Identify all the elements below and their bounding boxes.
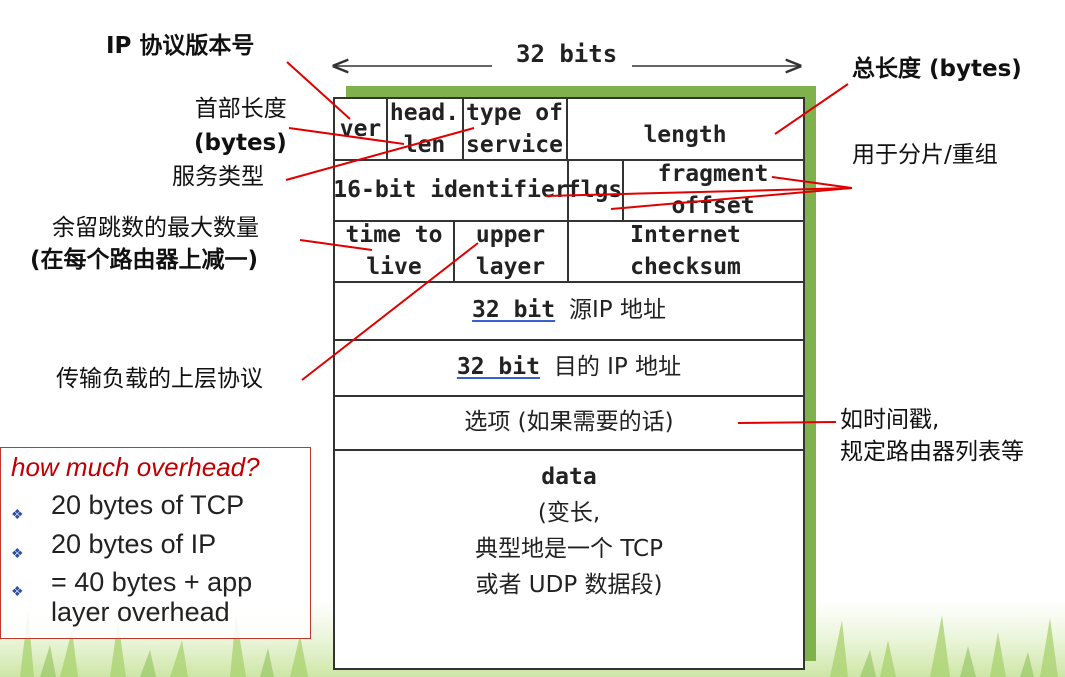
field-tos-line1: type of	[466, 100, 563, 126]
field-data-line1: data	[541, 464, 597, 490]
field-source-text: 源IP 地址	[568, 297, 666, 323]
annotation-fragment: 用于分片/重组	[852, 142, 998, 168]
field-checksum-line2: checksum	[630, 253, 741, 280]
annotation-options: 如时间戳, 规定路由器列表等	[840, 404, 1024, 468]
annotation-ttl-line1: 余留跳数的最大数量	[52, 215, 259, 241]
field-fragment-offset: fragment offset	[623, 159, 803, 220]
field-flags: flgs	[567, 159, 622, 220]
overhead-item-text: 20 bytes of IP	[51, 529, 217, 559]
overhead-title: how much overhead?	[11, 452, 260, 482]
field-type-of-service: type of service	[463, 99, 566, 159]
field-ttl-line1: time to	[345, 221, 443, 248]
field-data-line4: 或者 UDP 数据段)	[475, 572, 663, 598]
field-identifier-text: 16-bit identifier	[333, 176, 569, 203]
field-data-line3: 典型地是一个 TCP	[475, 536, 663, 562]
bullet-diamond-icon: ❖	[11, 545, 24, 561]
field-version-text: ver	[339, 116, 382, 142]
annotation-options-line2: 规定路由器列表等	[840, 439, 1024, 465]
annotation-ip-version: IP 协议版本号	[106, 33, 255, 59]
field-fragment-line2: offset	[671, 192, 755, 219]
field-options: 选项 (如果需要的话)	[335, 395, 803, 449]
annotation-header-length-line1: 首部长度	[194, 96, 287, 122]
field-data-line2: (变长,	[537, 500, 601, 526]
width-label: 32 bits	[516, 40, 618, 68]
annotation-header-length: 首部长度 (bytes)	[176, 92, 287, 160]
field-source-address: 32 bit 源IP 地址	[335, 281, 803, 339]
ip-header-diagram: ver head. len type of service length 16-bi…	[333, 97, 805, 670]
field-data: data (变长, 典型地是一个 TCP 或者 UDP 数据段)	[335, 451, 803, 611]
overhead-item-text: 20 bytes of TCP	[51, 490, 245, 520]
field-version: ver	[335, 99, 386, 159]
field-destination-bits: 32 bit	[456, 354, 540, 380]
annotation-options-line1: 如时间戳,	[840, 407, 940, 433]
bullet-diamond-icon: ❖	[11, 583, 24, 599]
annotation-total-length: 总长度 (bytes)	[852, 56, 1022, 82]
bullet-diamond-icon: ❖	[11, 506, 24, 522]
field-identifier: 16-bit identifier	[333, 159, 569, 220]
field-fragment-line1: fragment	[657, 160, 769, 187]
field-upper-line1: upper	[475, 221, 546, 248]
overhead-item-line2: layer overhead	[51, 597, 230, 627]
annotation-ttl: 余留跳数的最大数量 (在每个路由器上减一)	[30, 212, 259, 276]
field-destination-address: 32 bit 目的 IP 地址	[335, 339, 803, 395]
field-destination-text: 目的 IP 地址	[553, 354, 682, 380]
field-options-text: 选项 (如果需要的话)	[464, 409, 674, 435]
field-header-length-line2: len	[403, 132, 446, 158]
annotation-upper-protocol: 传输负载的上层协议	[56, 366, 263, 392]
overhead-item-text: = 40 bytes + app layer overhead	[51, 567, 252, 627]
field-upper-layer: upper layer	[454, 220, 567, 281]
field-checksum-line1: Internet	[630, 221, 741, 248]
field-total-length-text: length	[643, 122, 727, 148]
annotation-service-type: 服务类型	[172, 164, 264, 190]
overhead-item-line1: = 40 bytes + app	[51, 567, 253, 597]
field-time-to-live: time to live	[335, 220, 453, 281]
field-tos-line2: service	[466, 132, 563, 158]
annotation-ttl-line2: (在每个路由器上减一)	[30, 247, 259, 273]
field-header-length: head. len	[387, 99, 462, 159]
field-header-length-line1: head.	[389, 100, 460, 126]
field-upper-line2: layer	[475, 253, 546, 280]
field-ttl-line2: live	[366, 253, 422, 280]
annotation-header-length-line2: (bytes)	[194, 130, 287, 156]
field-flags-text: flgs	[566, 176, 623, 203]
field-checksum: Internet checksum	[568, 220, 803, 281]
overhead-box: how much overhead? ❖ 20 bytes of TCP ❖ 2…	[0, 447, 311, 639]
field-source-bits: 32 bit	[472, 297, 556, 323]
